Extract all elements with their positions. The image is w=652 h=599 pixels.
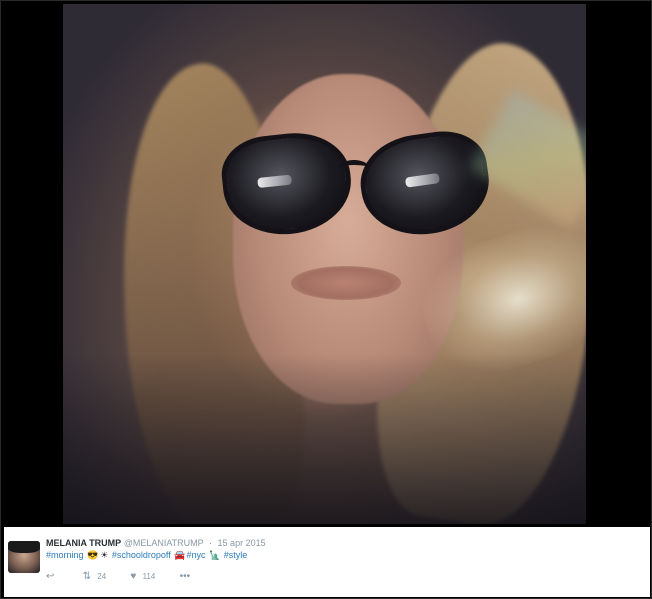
retweet-button[interactable]: ⇅ 24 — [83, 571, 107, 582]
sun-emoji: ☀ — [100, 550, 109, 560]
avatar-hat — [8, 541, 40, 553]
tweet-actions: ↩ ⇅ 24 ♥ 114 ••• — [46, 571, 216, 582]
tweet-card: MELANIA TRUMP @MELANIATRUMP · 15 apr 201… — [4, 527, 650, 597]
photo-lips — [291, 266, 401, 300]
hashtag-style[interactable]: #style — [224, 550, 248, 560]
like-button[interactable]: ♥ 114 — [130, 571, 155, 582]
tweet-date[interactable]: 15 apr 2015 — [218, 538, 266, 548]
statue-of-liberty-emoji: 🗽 — [209, 550, 221, 560]
tweet-media-frame: MELANIA TRUMP @MELANIATRUMP · 15 apr 201… — [0, 0, 652, 599]
tweet-photo[interactable] — [63, 4, 586, 524]
reply-icon: ↩ — [46, 571, 55, 582]
photo-bottom-shadow — [63, 354, 586, 524]
more-icon: ••• — [179, 571, 191, 582]
more-button[interactable]: ••• — [180, 571, 195, 582]
lens-glint — [404, 173, 440, 188]
like-count: 114 — [142, 572, 156, 581]
avatar[interactable] — [8, 541, 40, 573]
tweet-header: MELANIA TRUMP @MELANIATRUMP · 15 apr 201… — [46, 538, 266, 548]
retweet-count: 24 — [97, 572, 107, 581]
sunglasses-emoji: 😎 — [87, 550, 99, 560]
author-handle[interactable]: @MELANIATRUMP — [124, 538, 204, 548]
sunglasses-left-lens — [218, 127, 356, 241]
heart-icon: ♥ — [130, 571, 137, 582]
header-separator: · — [209, 538, 213, 548]
sunglasses-right-lens — [354, 125, 496, 243]
author-name[interactable]: MELANIA TRUMP — [46, 538, 121, 548]
hashtag-morning[interactable]: #morning — [46, 550, 84, 560]
hashtag-schooldropoff[interactable]: #schooldropoff — [112, 550, 171, 560]
hashtag-nyc[interactable]: #nyc — [186, 550, 205, 560]
reply-button[interactable]: ↩ — [46, 571, 58, 582]
lens-glint — [257, 174, 293, 189]
retweet-icon: ⇅ — [82, 571, 92, 582]
car-emoji: 🚘 — [174, 550, 186, 560]
tweet-text: #morning 😎 ☀ #schooldropoff 🚘#nyc 🗽 #styl… — [46, 550, 247, 561]
photo-sunglasses — [218, 124, 496, 243]
